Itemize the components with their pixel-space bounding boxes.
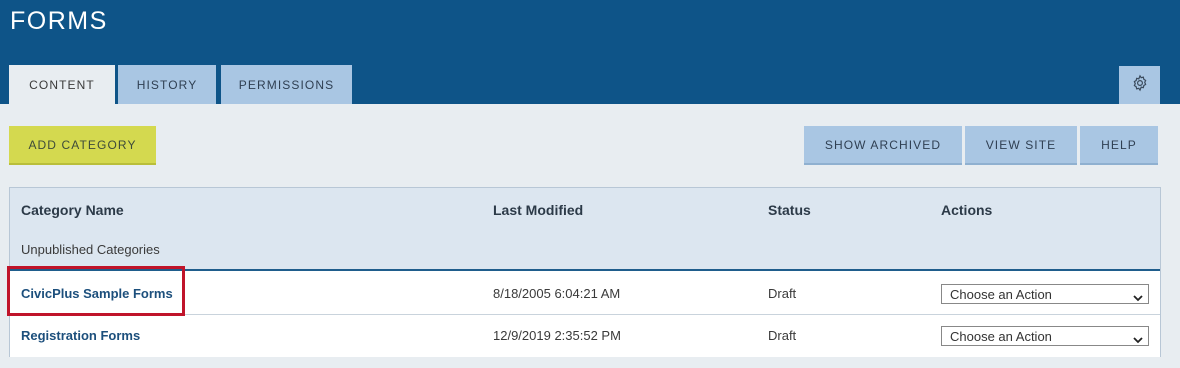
page-title: FORMS xyxy=(10,7,108,35)
action-select[interactable]: Choose an Action xyxy=(941,326,1149,346)
group-label: Unpublished Categories xyxy=(21,242,160,257)
tab-history[interactable]: HISTORY xyxy=(118,65,216,104)
column-header-actions: Actions xyxy=(941,202,993,218)
column-header-status[interactable]: Status xyxy=(768,202,811,218)
column-header-modified[interactable]: Last Modified xyxy=(493,202,583,218)
action-select-value: Choose an Action xyxy=(950,328,1052,344)
table-header: Category Name Last Modified Status Actio… xyxy=(10,188,1160,271)
add-category-button[interactable]: ADD CATEGORY xyxy=(9,126,156,165)
last-modified: 12/9/2019 2:35:52 PM xyxy=(493,328,621,343)
categories-table: Category Name Last Modified Status Actio… xyxy=(9,187,1161,357)
chevron-down-icon xyxy=(1133,332,1143,347)
tab-permissions[interactable]: PERMISSIONS xyxy=(221,65,352,104)
table-row: CivicPlus Sample Forms 8/18/2005 6:04:21… xyxy=(10,273,1160,315)
settings-button[interactable] xyxy=(1119,66,1160,104)
gear-icon xyxy=(1131,74,1149,97)
table-row: Registration Forms 12/9/2019 2:35:52 PM … xyxy=(10,315,1160,357)
action-select[interactable]: Choose an Action xyxy=(941,284,1149,304)
category-name-link[interactable]: Registration Forms xyxy=(21,328,140,343)
help-button[interactable]: HELP xyxy=(1080,126,1158,165)
status: Draft xyxy=(768,328,797,343)
show-archived-button[interactable]: SHOW ARCHIVED xyxy=(804,126,962,165)
chevron-down-icon xyxy=(1133,290,1143,305)
category-name-link[interactable]: CivicPlus Sample Forms xyxy=(21,286,173,301)
action-select-value: Choose an Action xyxy=(950,286,1052,302)
column-header-name[interactable]: Category Name xyxy=(21,202,124,218)
last-modified: 8/18/2005 6:04:21 AM xyxy=(493,286,621,301)
tab-content[interactable]: CONTENT xyxy=(9,65,115,104)
status: Draft xyxy=(768,286,797,301)
view-site-button[interactable]: VIEW SITE xyxy=(965,126,1077,165)
